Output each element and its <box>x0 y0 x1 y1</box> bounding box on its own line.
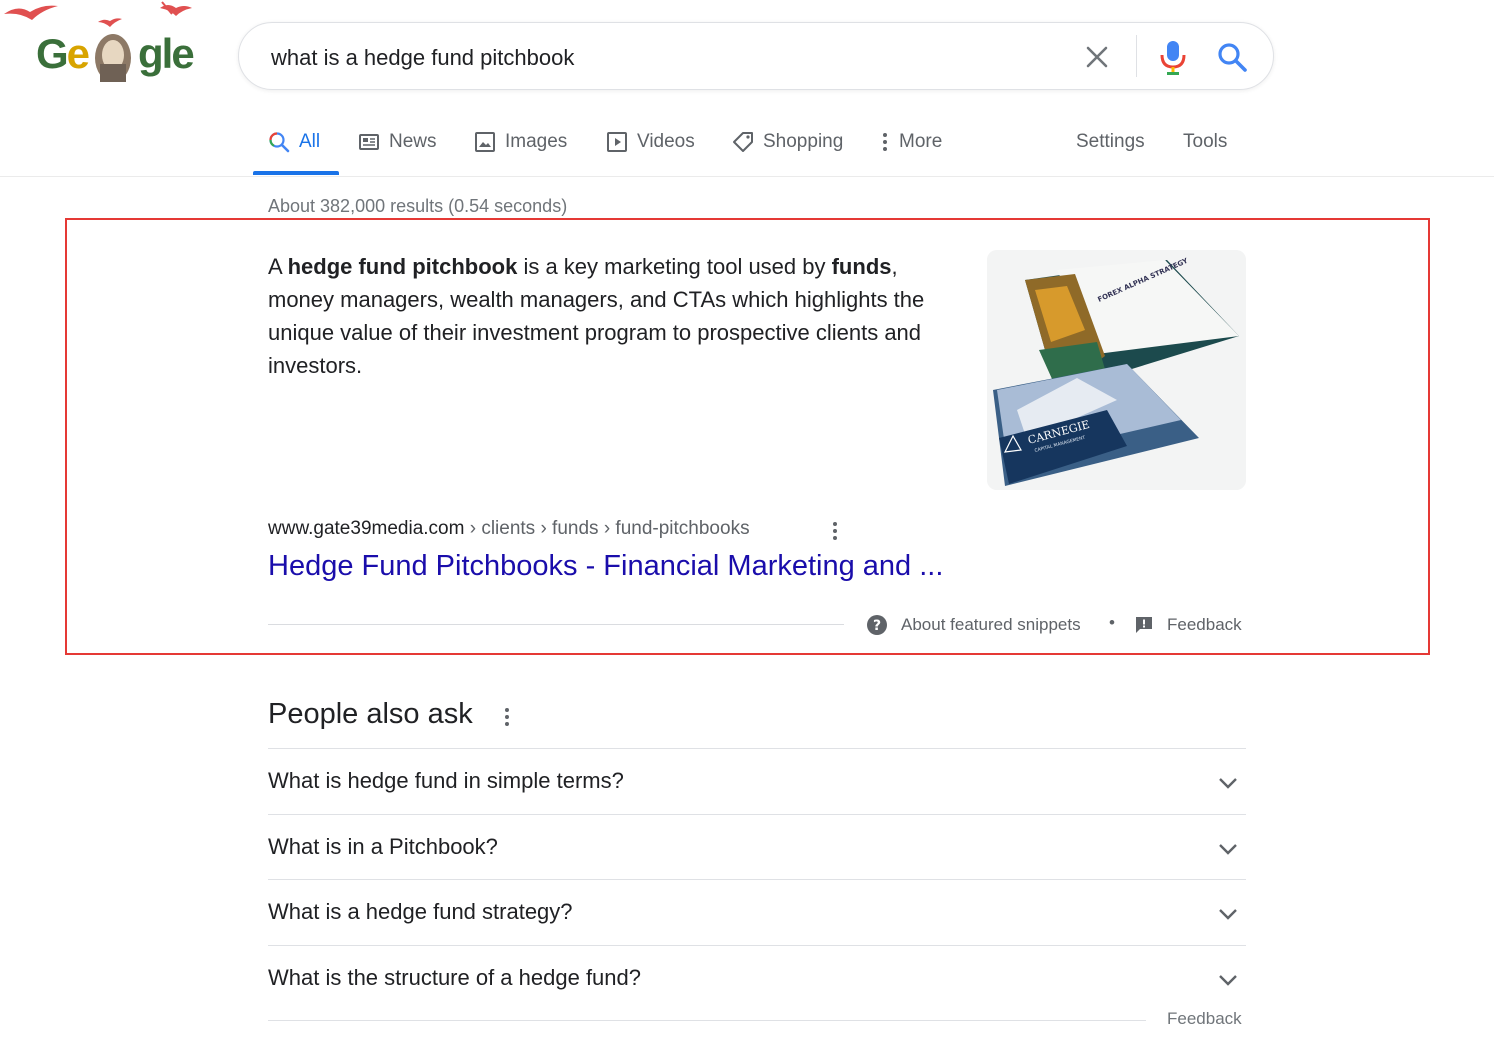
result-stats: About 382,000 results (0.54 seconds) <box>268 196 568 216</box>
google-doodle-logo[interactable]: Ge gle <box>0 0 200 90</box>
tag-icon <box>733 132 753 152</box>
tab-videos[interactable]: Videos <box>606 128 695 156</box>
paa-question[interactable]: What is the structure of a hedge fund? <box>268 945 1246 1011</box>
active-tab-indicator <box>253 171 339 175</box>
search-divider <box>1136 35 1137 77</box>
news-icon <box>359 134 379 150</box>
search-icon <box>1218 43 1247 72</box>
paa-question-text: What is hedge fund in simple terms? <box>268 768 624 793</box>
microphone-icon <box>1160 41 1186 75</box>
snippet-text: A hedge fund pitchbook is a key marketin… <box>268 254 925 378</box>
paa-question[interactable]: What is in a Pitchbook? <box>268 814 1246 880</box>
tab-news[interactable]: News <box>358 128 437 156</box>
kebab-icon <box>833 522 837 540</box>
about-featured-snippets-link[interactable]: ? About featured snippets <box>866 613 1081 637</box>
people-also-ask-title: People also ask <box>268 698 473 730</box>
chevron-down-icon <box>1219 909 1237 920</box>
search-button[interactable] <box>1214 39 1250 75</box>
tab-images[interactable]: Images <box>474 128 567 156</box>
paa-question-text: What is in a Pitchbook? <box>268 834 498 859</box>
paa-question[interactable]: What is hedge fund in simple terms? <box>268 748 1246 814</box>
people-also-ask-options-button[interactable] <box>498 704 516 730</box>
search-input[interactable] <box>269 41 1053 75</box>
pitchbook-image: FOREX ALPHA STRATEGY CARNEGIE CAPITAL MA… <box>987 250 1246 490</box>
help-icon: ? <box>867 615 887 635</box>
svg-text:?: ? <box>873 618 881 634</box>
snippet-feedback-link[interactable]: Feedback <box>1134 613 1242 637</box>
image-icon <box>475 132 495 152</box>
tab-label: Settings <box>1076 131 1145 152</box>
tab-label: All <box>299 131 321 152</box>
tab-label: More <box>899 131 943 152</box>
snippet-image[interactable]: FOREX ALPHA STRATEGY CARNEGIE CAPITAL MA… <box>987 250 1246 490</box>
breadcrumb-domain: www.gate39media.com <box>268 518 465 539</box>
result-breadcrumb: www.gate39media.com › clients › funds › … <box>268 518 750 540</box>
paa-question[interactable]: What is a hedge fund strategy? <box>268 879 1246 945</box>
tab-all[interactable]: All <box>268 128 320 156</box>
tab-shopping[interactable]: Shopping <box>732 128 843 156</box>
snippet-divider <box>268 624 844 625</box>
paa-question-text: What is the structure of a hedge fund? <box>268 965 642 990</box>
chevron-down-icon <box>1219 844 1237 855</box>
feedback-label: Feedback <box>1167 615 1242 634</box>
logo-text: Ge gle <box>36 30 195 77</box>
clear-search-button[interactable] <box>1079 39 1115 75</box>
search-box <box>238 22 1274 90</box>
tab-label: News <box>389 131 437 152</box>
close-icon <box>1086 46 1108 68</box>
paa-divider <box>268 1020 1146 1021</box>
tab-more[interactable]: More <box>880 128 942 156</box>
tab-label: Images <box>505 131 568 152</box>
about-label: About featured snippets <box>901 615 1081 634</box>
video-icon <box>607 132 627 152</box>
tab-label: Shopping <box>763 131 844 152</box>
kebab-icon <box>505 708 509 726</box>
kebab-icon <box>883 133 887 151</box>
tab-tools[interactable]: Tools <box>1183 128 1227 156</box>
paa-feedback-link[interactable]: Feedback <box>1167 1009 1242 1029</box>
tabs-divider <box>0 176 1494 177</box>
breadcrumb-path: › clients › funds › fund-pitchbooks <box>464 518 750 539</box>
chevron-down-icon <box>1219 778 1237 789</box>
separator-dot: • <box>1109 613 1115 632</box>
result-title-link[interactable]: Hedge Fund Pitchbooks - Financial Market… <box>268 550 943 583</box>
paa-question-text: What is a hedge fund strategy? <box>268 899 573 924</box>
voice-search-button[interactable] <box>1157 37 1189 77</box>
tab-label: Videos <box>637 131 695 152</box>
tab-label: Tools <box>1183 131 1228 152</box>
chevron-down-icon <box>1219 975 1237 986</box>
result-options-button[interactable] <box>826 518 844 544</box>
feedback-icon <box>1136 617 1152 633</box>
search-icon <box>269 132 290 153</box>
tab-settings[interactable]: Settings <box>1076 128 1145 156</box>
